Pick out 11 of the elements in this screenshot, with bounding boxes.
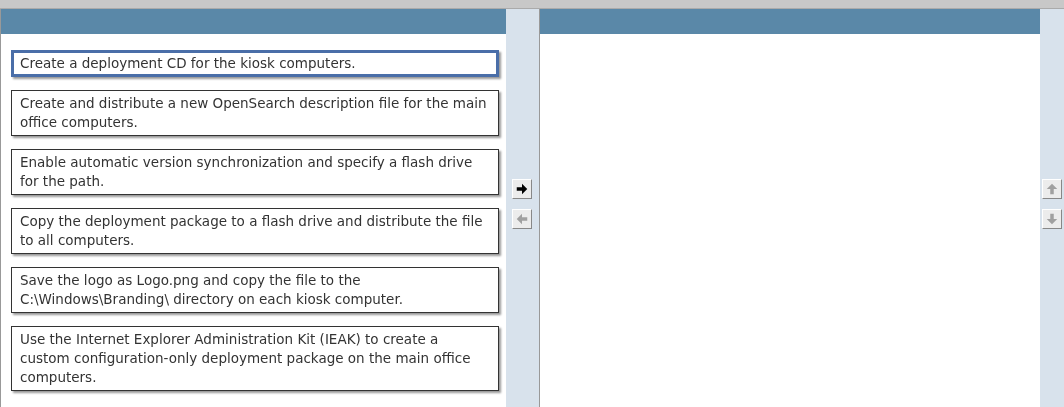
arrow-left-icon (515, 212, 530, 226)
answer-choice[interactable]: Create and distribute a new OpenSearch description file for the main office computers. (11, 90, 499, 136)
move-right-button[interactable] (512, 179, 533, 199)
arrow-right-icon (515, 182, 530, 196)
answer-choice[interactable]: Create a deployment CD for the kiosk computers. (11, 50, 499, 77)
answer-choice[interactable]: Use the Internet Explorer Administration Kit (IEAK) to create a custom configuration-only deployment package on the main office computers. (11, 326, 499, 391)
answer-choice[interactable]: Enable automatic version synchronization and specify a flash drive for the path. (11, 149, 499, 195)
answer-choice[interactable]: Save the logo as Logo.png and copy the file to the C:\Windows\Branding\ directory on each kiosk computer. (11, 267, 499, 313)
arrow-up-icon (1045, 182, 1060, 196)
answer-choice[interactable]: Copy the deployment package to a flash drive and distribute the file to all computers. (11, 208, 499, 254)
arrow-down-icon (1045, 212, 1060, 226)
